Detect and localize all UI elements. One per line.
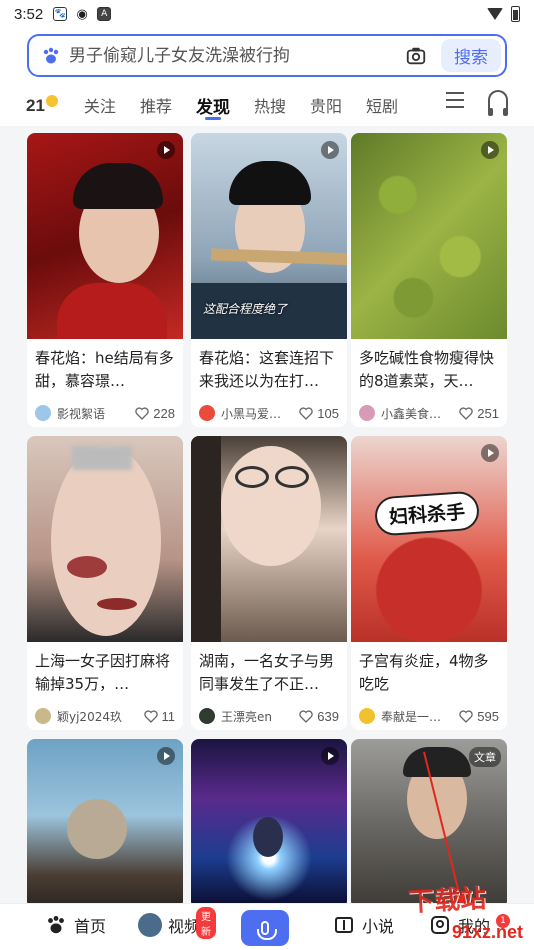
paw-home-icon xyxy=(44,913,68,937)
feed-card[interactable]: 多吃碱性食物瘦得快的8道素菜，天… 小鑫美食… 251 xyxy=(351,133,507,427)
card-meta: 王漂亮en 639 xyxy=(191,698,347,728)
card-title: 上海一女子因打麻将输掉35万，… xyxy=(35,652,171,693)
like-icon[interactable] xyxy=(459,709,473,723)
tab-hot-search[interactable]: 热搜 xyxy=(254,84,286,126)
like-icon[interactable] xyxy=(299,406,313,420)
like-count: 11 xyxy=(161,708,176,724)
headphones-icon[interactable] xyxy=(488,90,508,116)
baidu-notification-icon: 🐾 xyxy=(53,7,68,21)
card-title: 子宫有炎症，4物多吃吃 xyxy=(359,652,489,693)
author-name: 王漂亮en xyxy=(221,709,272,724)
feed-card[interactable] xyxy=(191,739,347,909)
channel-menu-icon[interactable] xyxy=(446,92,464,113)
like-count: 639 xyxy=(317,708,339,724)
video-avatar-icon xyxy=(138,913,162,937)
like-icon[interactable] xyxy=(135,406,149,420)
search-button[interactable]: 搜索 xyxy=(441,39,501,72)
feed-card[interactable]: 这配合程度绝了 春花焰：这套连招下来我还以为在打… 小黑马爱… 105 xyxy=(191,133,347,427)
search-box[interactable]: 搜索 xyxy=(27,34,507,77)
video-play-icon xyxy=(321,747,339,765)
watermark-url: 91xz.net xyxy=(452,922,524,942)
like-count: 228 xyxy=(153,405,175,421)
feed-card[interactable] xyxy=(27,739,183,909)
card-meta: 影视絮语 228 xyxy=(27,395,183,425)
like-count: 105 xyxy=(317,405,339,421)
weather-logo-text: 21 xyxy=(26,95,45,115)
tab-short-drama[interactable]: 短剧 xyxy=(366,84,398,126)
card-thumbnail xyxy=(27,133,183,339)
watermark-logo: 下载站 xyxy=(407,883,487,919)
battery-icon xyxy=(511,6,520,22)
author-avatar xyxy=(199,405,215,421)
card-thumbnail: 这配合程度绝了 xyxy=(191,133,347,339)
baidu-paw-icon xyxy=(41,46,61,66)
author-avatar xyxy=(359,405,375,421)
update-badge: 更新 xyxy=(196,907,216,939)
like-count: 595 xyxy=(477,708,499,724)
voice-search-button[interactable] xyxy=(241,910,289,946)
weibo-notification-icon: ◉ xyxy=(76,6,88,22)
search-input[interactable] xyxy=(69,45,405,66)
sun-icon xyxy=(45,94,58,107)
author-name: 奉献是一… xyxy=(381,709,442,724)
app-notification-icon: A xyxy=(97,7,112,21)
camera-icon[interactable] xyxy=(405,45,427,67)
search-area: 搜索 xyxy=(0,28,534,84)
card-thumbnail xyxy=(27,739,183,909)
video-play-icon xyxy=(481,444,499,462)
author-name: 影视絮语 xyxy=(57,406,106,421)
video-play-icon xyxy=(321,141,339,159)
nav-home[interactable]: 首页 xyxy=(44,913,106,937)
like-icon[interactable] xyxy=(143,709,158,723)
article-tag: 文章 xyxy=(469,747,501,767)
nav-novel-label: 小说 xyxy=(362,917,395,936)
microphone-icon xyxy=(257,921,277,940)
feed-card[interactable]: 上海一女子因打麻将输掉35万，… 颖yj2024玖 11 xyxy=(27,436,183,730)
card-meta: 奉献是一… 595 xyxy=(351,698,507,728)
status-time: 3:52 xyxy=(14,5,44,23)
card-title: 湖南，一名女子与男同事发生了不正… xyxy=(199,652,335,693)
author-avatar xyxy=(199,708,215,724)
like-count: 251 xyxy=(477,405,499,421)
author-name: 颖yj2024玖 xyxy=(57,709,122,724)
card-thumbnail xyxy=(27,436,183,642)
video-overlay-caption: 这配合程度绝了 xyxy=(203,302,288,316)
card-title: 春花焰：这套连招下来我还以为在打… xyxy=(199,349,335,390)
author-avatar xyxy=(35,405,51,421)
card-thumbnail xyxy=(191,436,347,642)
card-meta: 小鑫美食… 251 xyxy=(351,395,507,425)
card-thumbnail: 妇科杀手 xyxy=(351,436,507,642)
like-icon[interactable] xyxy=(299,709,313,723)
card-thumbnail xyxy=(351,133,507,339)
book-icon xyxy=(332,913,356,937)
tab-guiyang[interactable]: 贵阳 xyxy=(310,84,342,126)
tab-follow[interactable]: 关注 xyxy=(84,84,116,126)
nav-home-label: 首页 xyxy=(74,917,107,936)
wifi-icon xyxy=(487,8,503,20)
author-avatar xyxy=(359,708,375,724)
card-title: 多吃碱性食物瘦得快的8道素菜，天… xyxy=(359,349,495,390)
feed-card[interactable]: 妇科杀手 子宫有炎症，4物多吃吃 奉献是一… 595 xyxy=(351,436,507,730)
status-bar: 3:52 🐾 ◉ A xyxy=(0,0,534,28)
feed-card[interactable]: 春花焰：he结局有多甜，慕容璟… 影视絮语 228 xyxy=(27,133,183,427)
weather-logo[interactable]: 21 xyxy=(26,94,58,116)
author-name: 小鑫美食… xyxy=(381,406,442,421)
speech-bubble-caption: 妇科杀手 xyxy=(373,490,481,537)
author-avatar xyxy=(35,708,51,724)
video-play-icon xyxy=(481,141,499,159)
author-name: 小黑马爱… xyxy=(221,406,282,421)
like-icon[interactable] xyxy=(459,406,473,420)
feed-card[interactable]: 湖南，一名女子与男同事发生了不正… 王漂亮en 639 xyxy=(191,436,347,730)
nav-video[interactable]: 视频 更新 xyxy=(138,907,216,939)
card-meta: 小黑马爱… 105 xyxy=(191,395,347,425)
tab-recommend[interactable]: 推荐 xyxy=(140,84,172,126)
video-play-icon xyxy=(157,141,175,159)
card-title: 春花焰：he结局有多甜，慕容璟… xyxy=(35,349,174,390)
card-meta: 颖yj2024玖 11 xyxy=(27,698,183,728)
tab-discover[interactable]: 发现 xyxy=(196,84,230,126)
nav-novel[interactable]: 小说 xyxy=(332,913,394,937)
video-play-icon xyxy=(157,747,175,765)
card-thumbnail xyxy=(191,739,347,909)
